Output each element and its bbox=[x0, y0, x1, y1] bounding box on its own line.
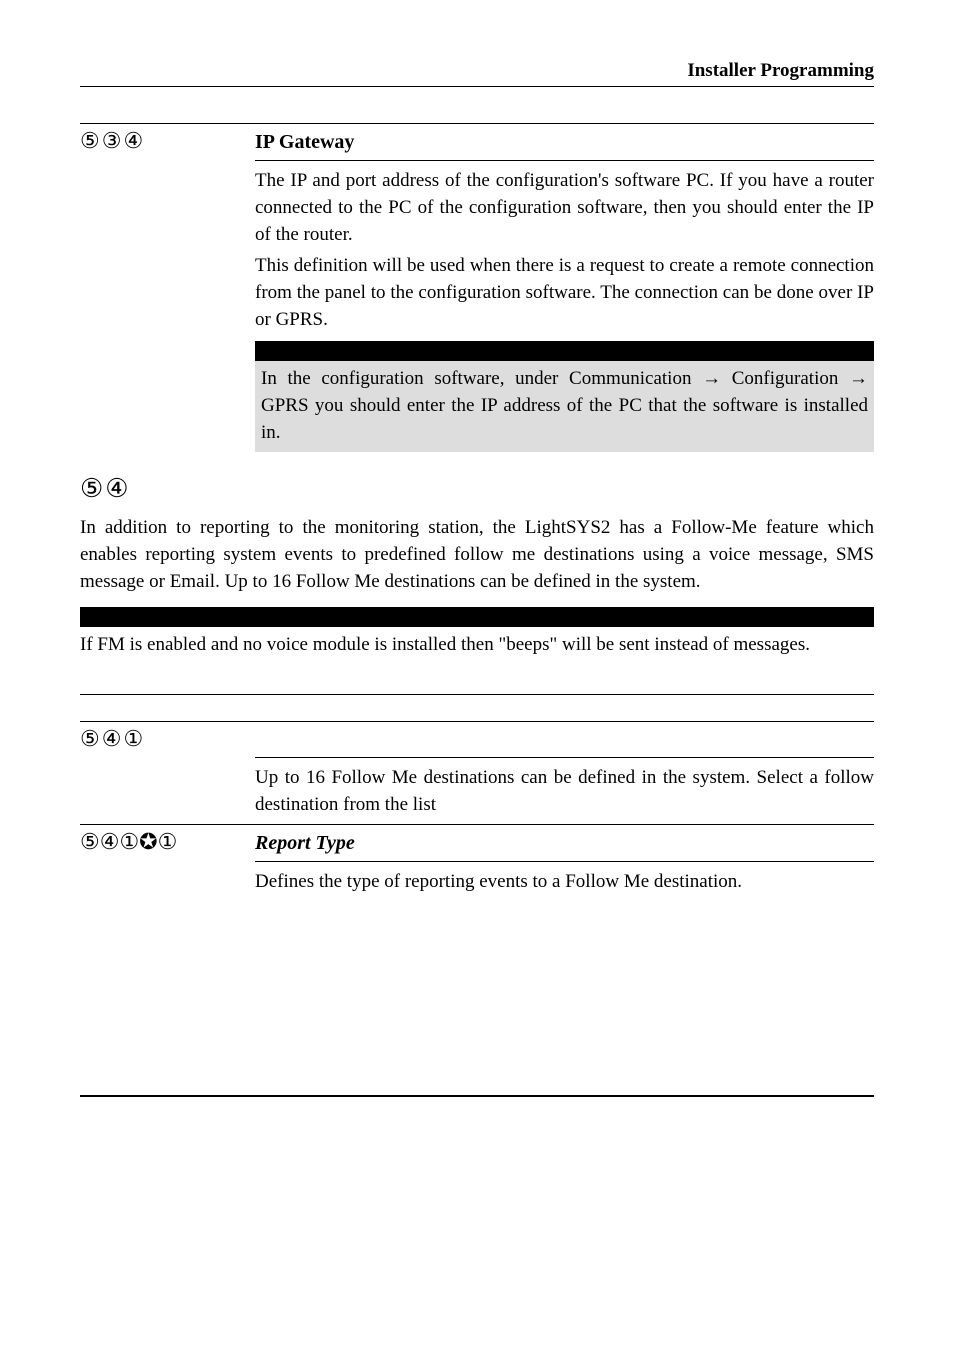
section-key-54: ⑤④ bbox=[80, 474, 874, 504]
entry-key-541: ⑤④① bbox=[80, 725, 255, 753]
heading-underline bbox=[255, 861, 874, 862]
footer-rule bbox=[80, 1095, 874, 1097]
page-header-title: Installer Programming bbox=[80, 60, 874, 82]
section-54-para: In addition to reporting to the monitori… bbox=[80, 514, 874, 595]
ip-gateway-note: In the configuration software, under Com… bbox=[255, 361, 874, 452]
arrow-icon: → bbox=[702, 368, 721, 389]
section-54-note: If FM is enabled and no voice module is … bbox=[80, 627, 874, 664]
entry-key-54101: ⑤④①✪① bbox=[80, 828, 255, 856]
note-bar bbox=[80, 607, 874, 627]
entry-heading-report-type: Report Type bbox=[255, 829, 355, 857]
heading-underline bbox=[255, 160, 874, 161]
header-rule bbox=[80, 86, 874, 87]
note-bar bbox=[255, 341, 874, 361]
arrow-icon: → bbox=[849, 368, 868, 389]
ip-gateway-para1: The IP and port address of the configura… bbox=[255, 167, 874, 248]
entry-541-body: Up to 16 Follow Me destinations can be d… bbox=[255, 764, 874, 818]
ip-gateway-para2: This definition will be used when there … bbox=[255, 252, 874, 333]
entry-key-534: ⑤③④ bbox=[80, 127, 255, 155]
heading-underline bbox=[255, 757, 874, 758]
entry-report-type-body: Defines the type of reporting events to … bbox=[255, 868, 874, 895]
entry-heading-ip-gateway: IP Gateway bbox=[255, 128, 354, 156]
